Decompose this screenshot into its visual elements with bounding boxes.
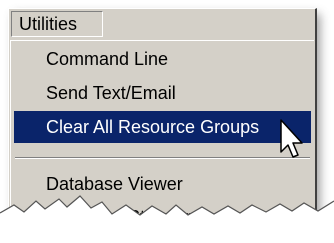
utilities-dropdown: Command Line Send Text/Email Clear All R…: [10, 40, 314, 239]
menu-item-send-text-email[interactable]: Send Text/Email: [14, 77, 311, 109]
menu-separator: [15, 157, 310, 159]
utilities-menu-window: Utilities Command Line Send Text/Email C…: [8, 8, 317, 239]
arrow-cursor-icon: [280, 119, 303, 158]
menu-item-database-viewer[interactable]: Database Viewer: [14, 168, 311, 200]
menu-item-clear-all-resource-groups[interactable]: Clear All Resource Groups: [14, 111, 311, 143]
menu-title-utilities[interactable]: Utilities: [11, 11, 103, 37]
menu-bar: Utilities: [9, 9, 315, 39]
menu-item-command-line[interactable]: Command Line: [14, 43, 311, 75]
menu-item-database-structure[interactable]: Database Structure: [14, 201, 311, 233]
screenshot-canvas: Utilities Command Line Send Text/Email C…: [0, 0, 334, 243]
